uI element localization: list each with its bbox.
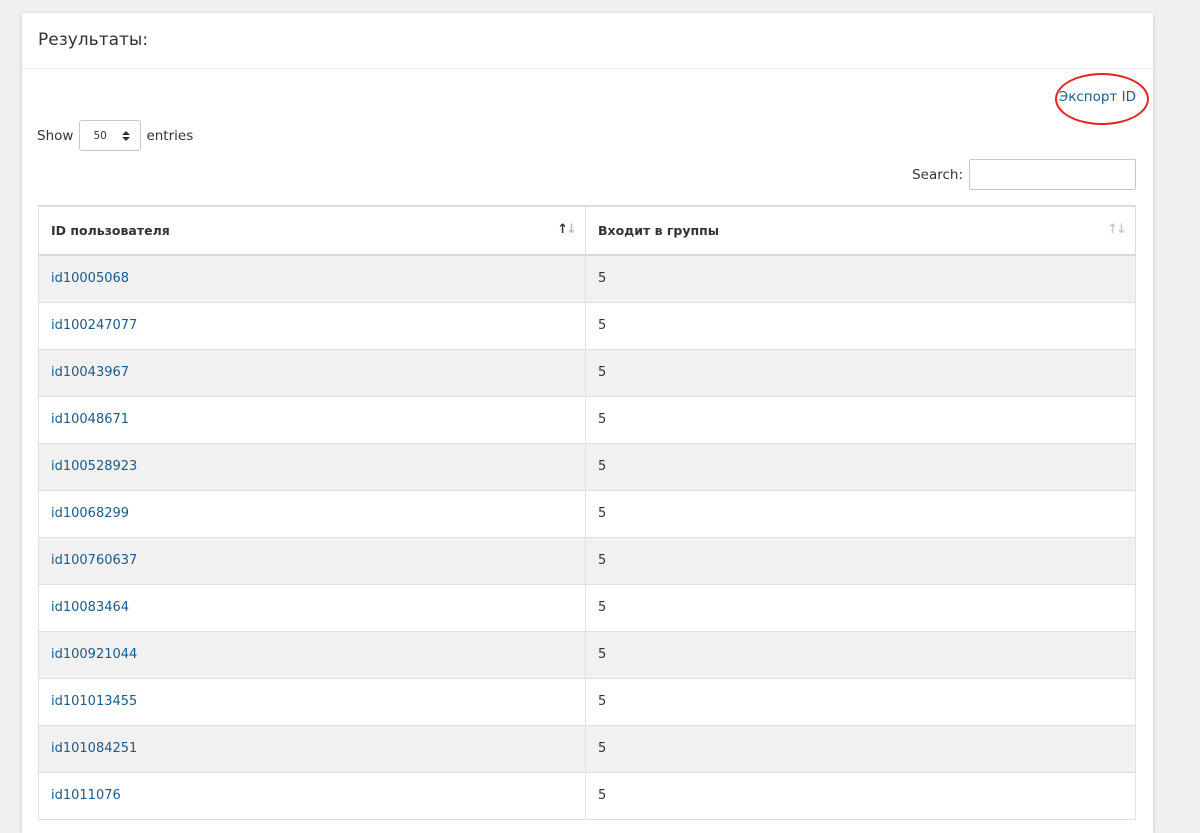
user-id-link[interactable]: id101013455 — [51, 694, 137, 709]
user-id-link[interactable]: id100528923 — [51, 459, 137, 474]
table-row: id10048671 5 — [38, 396, 1136, 444]
table-row: id10043967 5 — [38, 349, 1136, 397]
entries-label: entries — [146, 127, 194, 144]
column-header-label: ID пользователя — [51, 223, 170, 238]
search-label: Search: — [912, 166, 963, 183]
user-id-link[interactable]: id1011076 — [51, 788, 121, 803]
table-row: id100247077 5 — [38, 302, 1136, 350]
panel-title: Результаты: — [22, 13, 1153, 69]
table-row: id1011076 5 — [38, 772, 1136, 820]
groups-count-cell: 5 — [585, 772, 1136, 820]
user-id-link[interactable]: id100760637 — [51, 553, 137, 568]
user-id-cell: id100921044 — [38, 631, 586, 679]
entries-length-control: Show 50 entries — [37, 120, 193, 151]
table-row: id100921044 5 — [38, 631, 1136, 679]
groups-count-cell: 5 — [585, 490, 1136, 538]
column-header-label: Входит в группы — [598, 223, 720, 238]
groups-count-cell: 5 — [585, 725, 1136, 773]
user-id-cell: id100247077 — [38, 302, 586, 350]
groups-count-cell: 5 — [585, 537, 1136, 585]
groups-count-cell: 5 — [585, 443, 1136, 491]
user-id-link[interactable]: id101084251 — [51, 741, 137, 756]
groups-count-cell: 5 — [585, 396, 1136, 444]
user-id-link[interactable]: id100247077 — [51, 318, 137, 333]
show-label: Show — [37, 127, 74, 144]
table-row: id100760637 5 — [38, 537, 1136, 585]
groups-count-cell: 5 — [585, 349, 1136, 397]
user-id-link[interactable]: id10083464 — [51, 600, 129, 615]
user-id-cell: id101013455 — [38, 678, 586, 726]
sort-updown-icon — [122, 130, 131, 141]
user-id-link[interactable]: id10005068 — [51, 271, 129, 286]
user-id-cell: id100528923 — [38, 443, 586, 491]
user-id-link[interactable]: id10048671 — [51, 412, 129, 427]
table-header-row: ID пользователя ↑↓ Входит в группы ↑↓ — [38, 205, 1136, 256]
user-id-cell: id101084251 — [38, 725, 586, 773]
entries-select[interactable]: 50 — [79, 120, 142, 151]
user-id-link[interactable]: id10068299 — [51, 506, 129, 521]
user-id-cell: id100760637 — [38, 537, 586, 585]
entries-select-value: 50 — [93, 129, 107, 142]
user-id-cell: id10068299 — [38, 490, 586, 538]
column-header-groups[interactable]: Входит в группы ↑↓ — [585, 205, 1136, 256]
column-header-user-id[interactable]: ID пользователя ↑↓ — [38, 205, 586, 256]
groups-count-cell: 5 — [585, 678, 1136, 726]
results-panel: Результаты: Экспорт ID Show 50 entries S… — [22, 13, 1153, 833]
search-control: Search: — [912, 159, 1136, 190]
table-row: id10005068 5 — [38, 255, 1136, 303]
sort-icon: ↑↓ — [1107, 222, 1127, 237]
groups-count-cell: 5 — [585, 255, 1136, 303]
user-id-cell: id10043967 — [38, 349, 586, 397]
user-id-link[interactable]: id100921044 — [51, 647, 137, 662]
groups-count-cell: 5 — [585, 302, 1136, 350]
groups-count-cell: 5 — [585, 584, 1136, 632]
table-row: id101084251 5 — [38, 725, 1136, 773]
export-id-link[interactable]: Экспорт ID — [1059, 89, 1136, 105]
table-body: id10005068 5 id100247077 5 id10043967 5 id1004… — [38, 255, 1136, 820]
user-id-cell: id10048671 — [38, 396, 586, 444]
search-input[interactable] — [969, 159, 1136, 190]
table-row: id100528923 5 — [38, 443, 1136, 491]
table-row: id101013455 5 — [38, 678, 1136, 726]
table-row: id10068299 5 — [38, 490, 1136, 538]
user-id-cell: id10083464 — [38, 584, 586, 632]
results-table: ID пользователя ↑↓ Входит в группы ↑↓ id… — [38, 205, 1136, 820]
sort-asc-icon: ↑↓ — [557, 222, 577, 237]
user-id-link[interactable]: id10043967 — [51, 365, 129, 380]
table-row: id10083464 5 — [38, 584, 1136, 632]
user-id-cell: id1011076 — [38, 772, 586, 820]
user-id-cell: id10005068 — [38, 255, 586, 303]
groups-count-cell: 5 — [585, 631, 1136, 679]
